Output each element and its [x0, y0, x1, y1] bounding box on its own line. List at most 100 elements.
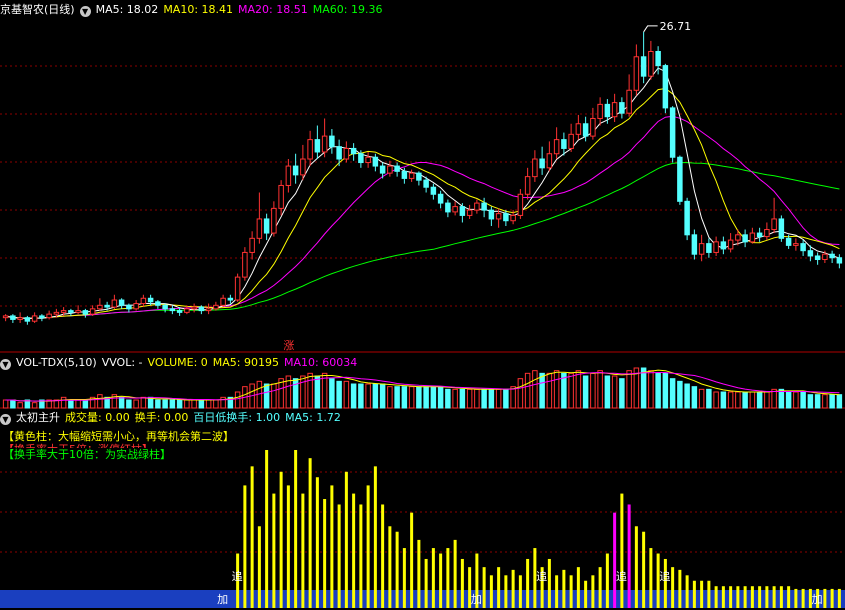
- candle-body: [466, 209, 473, 216]
- volume-bar: [626, 370, 632, 409]
- candle-body: [807, 250, 814, 257]
- candle-body: [553, 139, 560, 155]
- volume-bar: [452, 388, 458, 409]
- candle-body: [430, 186, 437, 195]
- candle-body: [379, 165, 386, 174]
- volume-bar: [234, 391, 241, 409]
- candle-body: [713, 241, 719, 253]
- signal-bar: [772, 586, 776, 608]
- signal-menu-icon[interactable]: ▼: [0, 414, 11, 425]
- volume-bar: [582, 375, 589, 409]
- candle-body: [147, 297, 154, 303]
- signal-bar: [446, 548, 450, 608]
- signal-bar: [598, 567, 602, 608]
- candle-body: [524, 176, 531, 195]
- signal-bar: [743, 586, 747, 608]
- volume-bar: [68, 399, 74, 409]
- volume-bar: [771, 388, 777, 409]
- signal-bar: [555, 575, 559, 608]
- signal-bar: [439, 553, 443, 608]
- volume-bar: [488, 388, 495, 409]
- signal-base-band: [0, 590, 845, 608]
- signal-bar: [301, 493, 305, 608]
- signal-bar: [678, 569, 682, 608]
- stock-name[interactable]: 京基智农(日线): [0, 3, 75, 16]
- volume-bar: [836, 394, 843, 409]
- candle-body: [39, 315, 45, 319]
- volume-bar: [423, 386, 429, 409]
- volume-bar: [459, 388, 466, 409]
- volume-bar: [590, 372, 596, 409]
- panel-menu-icon[interactable]: ▼: [79, 6, 91, 17]
- candle-body: [778, 218, 785, 239]
- candle-body: [785, 237, 792, 246]
- signal-bar: [272, 493, 276, 608]
- candle-body: [517, 193, 524, 216]
- signal-bar: [250, 466, 254, 608]
- signal-bar: [714, 586, 718, 608]
- candle-body: [408, 172, 415, 179]
- candle-body: [742, 234, 748, 243]
- candle-body: [597, 103, 603, 119]
- candle-body: [619, 102, 625, 114]
- signal-bar: [395, 531, 399, 608]
- volume-bar: [394, 386, 400, 409]
- candle-body: [358, 153, 364, 164]
- stock-chart[interactable]: 26.71涨权港财追追追追加加加: [0, 0, 845, 610]
- candle-body: [155, 301, 161, 306]
- candle-body: [495, 213, 502, 220]
- volume-bar: [300, 375, 306, 409]
- signal-jia-label: 加: [217, 593, 228, 606]
- ma5-label: MA5: 18.02: [95, 3, 159, 16]
- candle-body: [604, 103, 611, 118]
- signal-bar: [279, 471, 283, 608]
- signal-zhui-label: 追: [616, 569, 627, 583]
- volume-bar: [169, 399, 176, 409]
- candle-body: [329, 135, 335, 148]
- volume-bar: [17, 402, 23, 409]
- signal-bar: [685, 575, 689, 608]
- signal-indicator-name[interactable]: 太初主升: [16, 411, 60, 424]
- volume-bar: [82, 399, 89, 409]
- volume-bar: [343, 380, 350, 409]
- candle-body: [648, 50, 654, 77]
- volume-bar: [611, 375, 618, 409]
- ma20-label: MA20: 18.51: [238, 3, 308, 16]
- signal-zhui-label: 追: [232, 569, 243, 583]
- candle-body: [735, 234, 741, 241]
- candle-body: [698, 243, 705, 255]
- volume-bar: [756, 391, 763, 409]
- volume-bar: [662, 372, 669, 409]
- volume-bar: [2, 399, 9, 409]
- signal-bar: [424, 558, 428, 608]
- candle-body: [336, 146, 342, 160]
- volume-bar: [155, 399, 161, 409]
- signal-zhui-label: 追: [536, 569, 547, 583]
- candle-body: [394, 165, 400, 172]
- candle-body: [46, 313, 52, 319]
- signal-bar: [265, 450, 269, 608]
- volume-bar: [205, 399, 212, 409]
- volume-bar: [597, 370, 603, 409]
- signal-bar: [286, 485, 290, 608]
- signal-bar: [323, 499, 327, 608]
- candle-body: [24, 317, 31, 322]
- signal-bar: [787, 586, 791, 608]
- candle-body: [459, 206, 466, 216]
- volume-bar: [329, 378, 335, 409]
- signal-bar: [460, 558, 464, 608]
- candle-body: [800, 243, 806, 252]
- candle-body: [97, 304, 103, 310]
- signal-bar: [315, 477, 319, 608]
- high-pointer: [643, 25, 658, 33]
- candle-body: [271, 207, 277, 234]
- candle-body: [568, 133, 574, 149]
- volume-indicator-name[interactable]: VOL-TDX(5,10): [16, 356, 97, 369]
- candle-body: [488, 209, 495, 220]
- signal-bar: [417, 539, 421, 608]
- volume-bar: [553, 370, 560, 409]
- candle-body: [191, 306, 197, 310]
- signal-bar: [758, 586, 762, 608]
- volume-bar: [10, 399, 16, 409]
- volume-menu-icon[interactable]: ▼: [0, 359, 11, 370]
